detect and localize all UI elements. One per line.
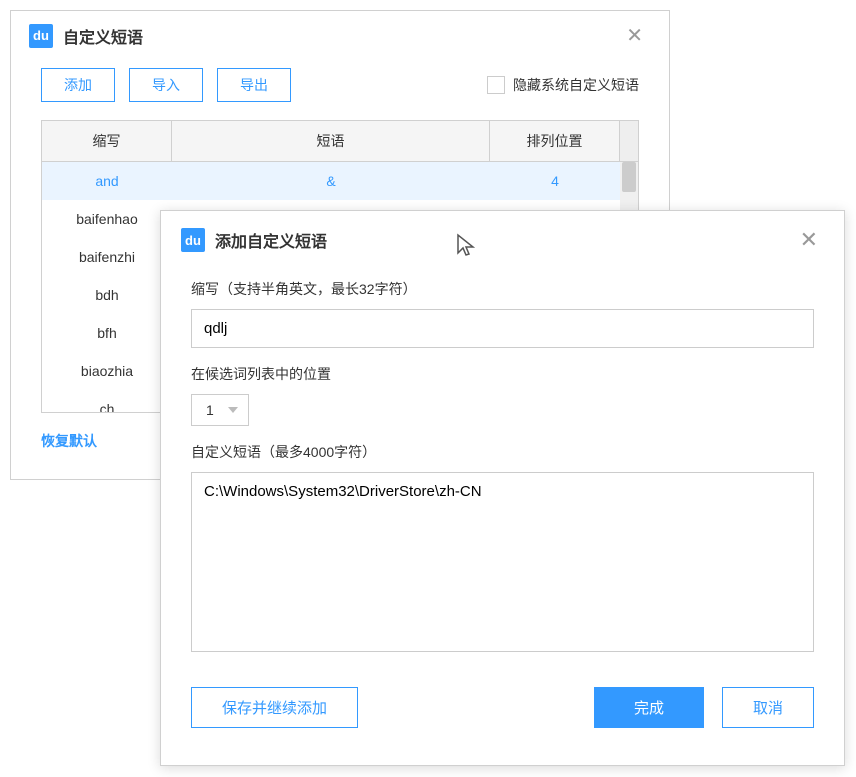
parent-titlebar: du 自定义短语 ✕ — [11, 11, 669, 60]
modal-titlebar: du 添加自定义短语 ✕ — [161, 211, 844, 269]
cell-abbr: and — [42, 173, 172, 189]
checkbox-icon — [487, 76, 505, 94]
abbr-label: 缩写（支持半角英文，最长32字符） — [191, 279, 814, 299]
table-header: 缩写 短语 排列位置 — [42, 121, 638, 162]
cell-abbr: biaozhia — [42, 363, 172, 379]
modal-footer: 保存并继续添加 完成 取消 — [161, 675, 844, 748]
position-value: 1 — [206, 402, 214, 418]
hide-system-label: 隐藏系统自定义短语 — [513, 75, 639, 95]
scrollbar-thumb[interactable] — [622, 162, 636, 192]
cancel-button[interactable]: 取消 — [722, 687, 814, 728]
cell-abbr: bfh — [42, 325, 172, 341]
cell-phrase: & — [172, 173, 490, 189]
phrase-label: 自定义短语（最多4000字符） — [191, 442, 814, 462]
phrase-textarea[interactable] — [191, 472, 814, 652]
parent-title: 自定义短语 — [63, 24, 608, 48]
table-row[interactable]: and & 4 — [42, 162, 638, 200]
done-button[interactable]: 完成 — [594, 687, 704, 728]
header-phrase[interactable]: 短语 — [172, 121, 490, 161]
close-icon[interactable]: ✕ — [794, 227, 824, 253]
cell-abbr: baifenzhi — [42, 249, 172, 265]
position-select[interactable]: 1 — [191, 394, 249, 426]
abbr-input[interactable] — [191, 309, 814, 348]
hide-system-checkbox[interactable]: 隐藏系统自定义短语 — [487, 75, 639, 95]
modal-title: 添加自定义短语 — [215, 228, 784, 252]
position-label: 在候选词列表中的位置 — [191, 364, 814, 384]
save-continue-button[interactable]: 保存并继续添加 — [191, 687, 358, 728]
add-button[interactable]: 添加 — [41, 68, 115, 102]
header-position[interactable]: 排列位置 — [490, 121, 620, 161]
toolbar: 添加 导入 导出 隐藏系统自定义短语 — [11, 60, 669, 120]
header-scroll-gutter — [620, 121, 638, 161]
baidu-logo-icon: du — [29, 24, 53, 48]
cell-abbr: baifenhao — [42, 211, 172, 227]
cell-abbr: bdh — [42, 287, 172, 303]
cell-abbr: ch — [42, 401, 172, 412]
export-button[interactable]: 导出 — [217, 68, 291, 102]
close-icon[interactable]: ✕ — [618, 23, 651, 48]
header-abbr[interactable]: 缩写 — [42, 121, 172, 161]
modal-body: 缩写（支持半角英文，最长32字符） 在候选词列表中的位置 1 自定义短语（最多4… — [161, 269, 844, 675]
add-phrase-dialog: du 添加自定义短语 ✕ 缩写（支持半角英文，最长32字符） 在候选词列表中的位… — [160, 210, 845, 766]
baidu-logo-icon: du — [181, 228, 205, 252]
cell-position: 4 — [490, 173, 620, 189]
import-button[interactable]: 导入 — [129, 68, 203, 102]
chevron-down-icon — [228, 407, 238, 413]
